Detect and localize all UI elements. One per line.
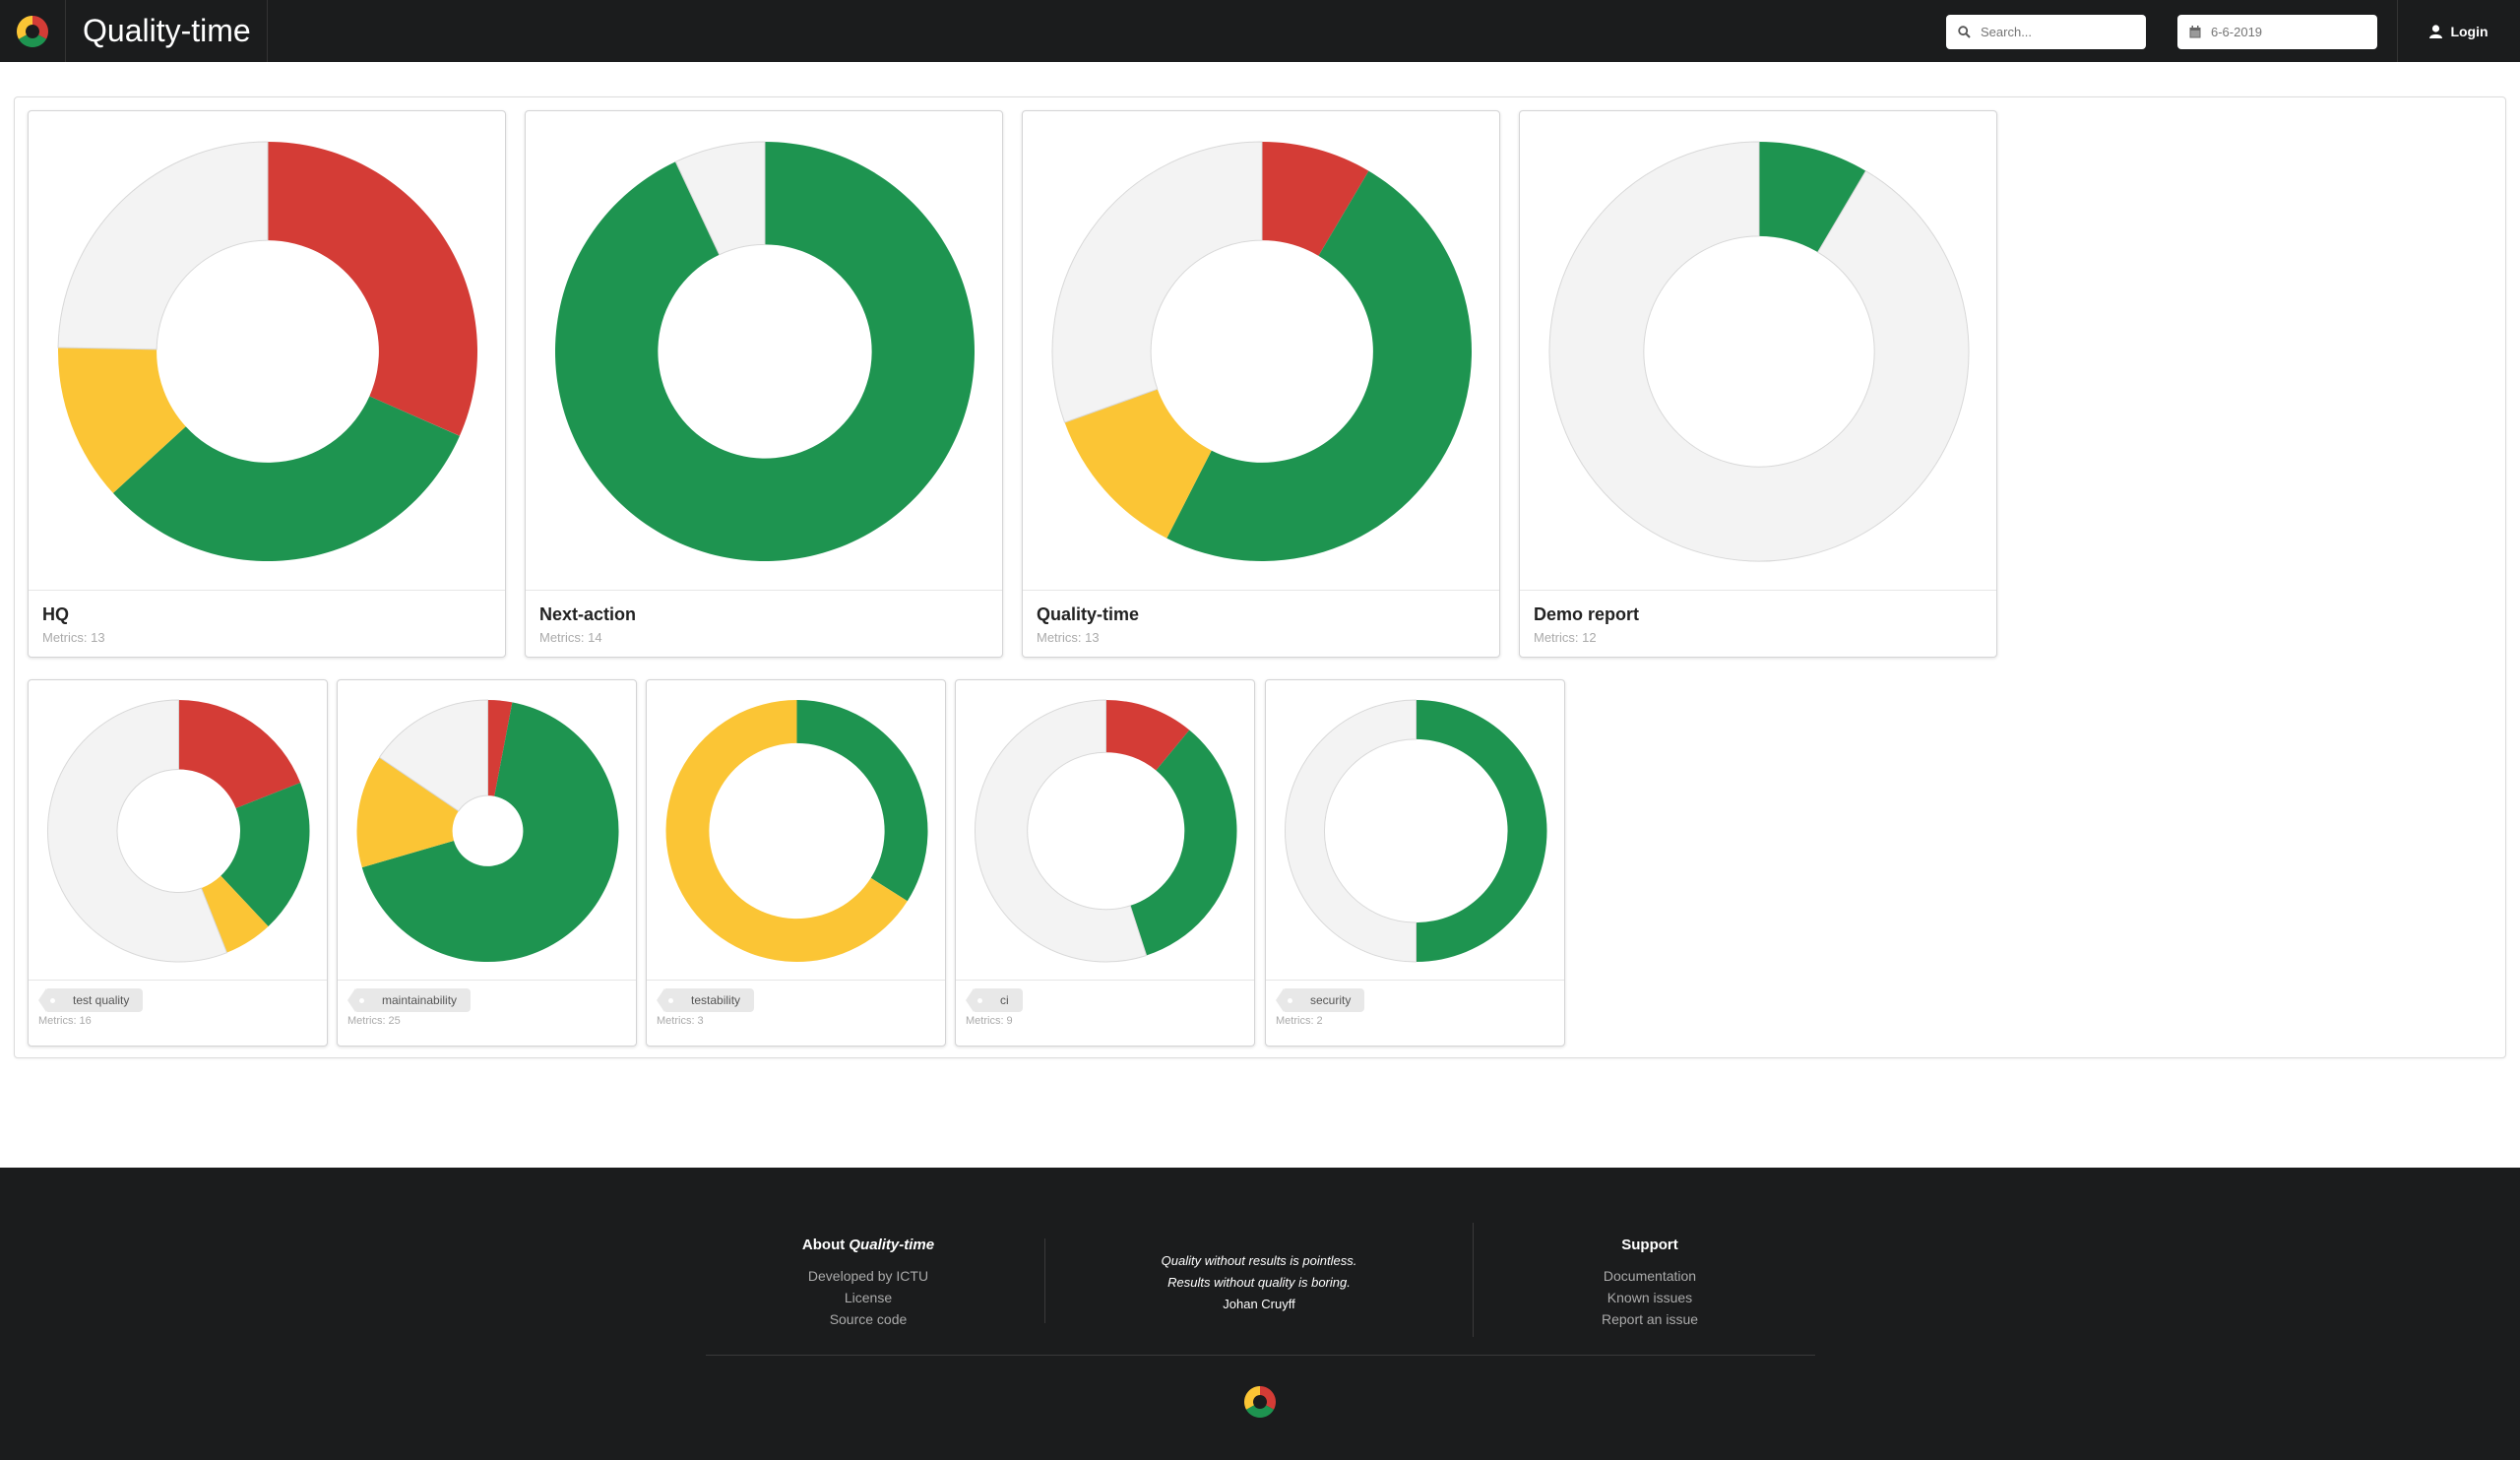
login-label: Login (2450, 23, 2488, 39)
metrics-count: Metrics: 14 (539, 630, 602, 645)
metrics-count: Metrics: 13 (1037, 630, 1100, 645)
footer-support: Support Documentation Known issues Repor… (1473, 1237, 1827, 1330)
tag-card-test-quality[interactable]: test quality Metrics: 16 (28, 679, 328, 1047)
donut-segment-grey (1051, 141, 1263, 423)
footer-link-source-code[interactable]: Source code (706, 1308, 1031, 1330)
report-donut-chart (57, 141, 477, 561)
donut-segment-green (796, 700, 928, 902)
footer-link-report-issue[interactable]: Report an issue (1473, 1308, 1827, 1330)
footer: About Quality-time Developed by ICTU Lic… (0, 1168, 2520, 1460)
report-donut-chart (1548, 141, 1970, 562)
report-donut-chart (555, 141, 975, 561)
footer-about: About Quality-time Developed by ICTU Lic… (706, 1237, 1031, 1330)
tag-donut-chart (1284, 699, 1547, 963)
donut-segment-grey (1548, 141, 1970, 562)
footer-support-title: Support (1621, 1237, 1678, 1253)
tag-card-security[interactable]: security Metrics: 2 (1265, 679, 1565, 1047)
donut-segment-red (268, 142, 477, 436)
logo-icon[interactable] (0, 0, 66, 62)
tag-donut-chart (356, 699, 619, 962)
reports-overview: HQ Metrics: 13 Next-action Metrics: 14 Q… (14, 96, 2506, 1058)
tag-donut-chart (665, 700, 928, 962)
report-title: Quality-time (1037, 604, 1140, 624)
calendar-icon (2189, 26, 2201, 38)
search-field[interactable] (1946, 15, 2146, 49)
metrics-count: Metrics: 25 (347, 1015, 401, 1027)
tag-label[interactable]: maintainability (346, 988, 472, 1012)
tag-label[interactable]: testability (656, 988, 755, 1012)
report-card-quality-time[interactable]: Quality-time Metrics: 13 (1022, 110, 1500, 658)
logo-segment-red (1260, 1386, 1276, 1410)
report-donut-chart (1051, 141, 1473, 562)
footer-link-known-issues[interactable]: Known issues (1473, 1287, 1827, 1308)
tag-label[interactable]: test quality (37, 988, 144, 1012)
metrics-count: Metrics: 9 (966, 1015, 1013, 1027)
donut-segment-grey (57, 141, 269, 350)
metrics-count: Metrics: 3 (657, 1015, 704, 1027)
report-title: Next-action (539, 604, 637, 624)
tag-donut-chart (975, 699, 1237, 963)
search-input[interactable] (1981, 25, 2128, 39)
top-menu-bar: Quality-time Login (0, 0, 2520, 62)
footer-about-title: About Quality-time (801, 1237, 935, 1253)
app-title[interactable]: Quality-time (67, 0, 268, 62)
report-date-input[interactable] (2211, 25, 2359, 39)
tag-card-maintainability[interactable]: maintainability Metrics: 25 (337, 679, 637, 1047)
footer-link-developed-by[interactable]: Developed by ICTU (706, 1265, 1031, 1287)
donut-segment-green (1416, 700, 1547, 962)
logo-segment-red (32, 15, 48, 39)
login-button[interactable]: Login (2397, 0, 2520, 62)
metrics-count: Metrics: 2 (1276, 1015, 1323, 1027)
user-icon (2429, 24, 2443, 38)
tag-label[interactable]: ci (966, 988, 1023, 1012)
quote-author: Johan Cruyff (1223, 1297, 1295, 1311)
report-date-field[interactable] (2177, 15, 2377, 49)
footer-link-license[interactable]: License (706, 1287, 1031, 1308)
report-title: HQ (42, 604, 69, 624)
quote-line-1: Quality without results is pointless. (1161, 1253, 1357, 1268)
quote-line-2: Results without quality is boring. (1167, 1275, 1351, 1290)
report-card-hq[interactable]: HQ Metrics: 13 (28, 110, 506, 658)
metrics-count: Metrics: 12 (1534, 630, 1597, 645)
footer-quote: Quality without results is pointless. Re… (1045, 1250, 1473, 1315)
search-icon (1958, 26, 1971, 38)
report-title: Demo report (1534, 604, 1640, 624)
metrics-count: Metrics: 13 (42, 630, 105, 645)
tag-card-testability[interactable]: testability Metrics: 3 (646, 679, 946, 1047)
donut-segment-grey (1284, 699, 1417, 963)
logo-segment-yellow (17, 15, 32, 39)
footer-link-documentation[interactable]: Documentation (1473, 1265, 1827, 1287)
report-card-next-action[interactable]: Next-action Metrics: 14 (525, 110, 1003, 658)
tag-label[interactable]: security (1275, 988, 1365, 1012)
metrics-count: Metrics: 16 (38, 1015, 92, 1027)
donut-segment-green (1130, 730, 1237, 956)
footer-logo-icon (1243, 1385, 1277, 1424)
tag-donut-chart (47, 699, 310, 963)
report-card-demo-report[interactable]: Demo report Metrics: 12 (1519, 110, 1997, 658)
logo-segment-yellow (1244, 1386, 1260, 1410)
tag-card-ci[interactable]: ci Metrics: 9 (955, 679, 1255, 1047)
